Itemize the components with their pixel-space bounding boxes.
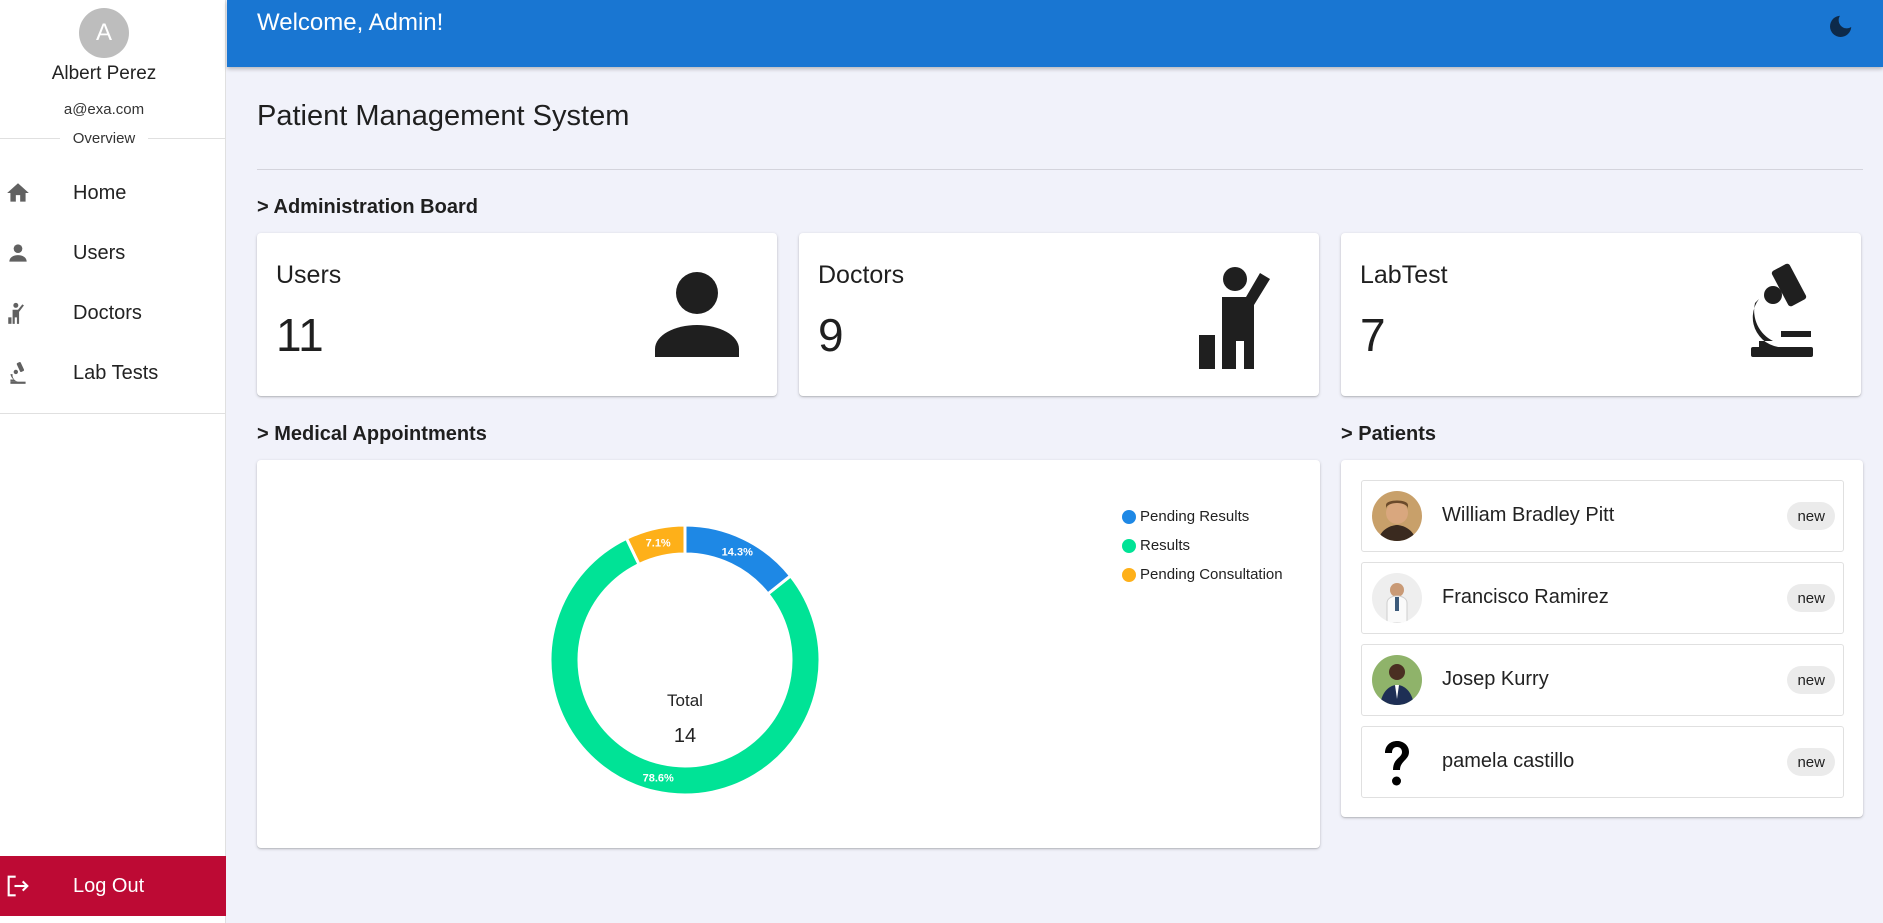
card-value: 11	[276, 309, 324, 361]
title-divider	[257, 169, 1863, 170]
page-title: Patient Management System	[257, 100, 630, 132]
card-title: Doctors	[818, 261, 905, 289]
section-label-overview: Overview	[60, 130, 148, 147]
doctors-card: Doctors 9	[799, 233, 1319, 396]
sidebar-item-label: Users	[73, 241, 126, 264]
sidebar-item-home[interactable]: Home	[0, 165, 225, 221]
top-bar: Welcome, Admin!	[227, 0, 1883, 67]
donut-data-label: 78.6%	[643, 772, 674, 784]
sidebar-item-doctors[interactable]: Doctors	[0, 285, 225, 341]
users-card: Users 11	[257, 233, 777, 396]
sidebar-item-label: Home	[73, 181, 127, 204]
microscope-icon	[4, 359, 32, 387]
card-value: 7	[1360, 309, 1386, 361]
doctor-icon	[1189, 261, 1289, 369]
appointments-heading: > Medical Appointments	[257, 423, 487, 445]
donut-data-label: 7.1%	[646, 538, 671, 550]
patient-avatar	[1372, 573, 1422, 623]
patient-name: William Bradley Pitt	[1442, 504, 1615, 526]
person-icon	[4, 239, 32, 267]
card-title: Users	[276, 261, 342, 289]
legend-marker	[1122, 538, 1136, 553]
patients-heading: > Patients	[1341, 423, 1437, 445]
patients-card: William Bradley Pitt new Francisco Ramir…	[1341, 460, 1863, 817]
donut-center-value: 14	[674, 725, 696, 747]
status-badge: new	[1787, 748, 1835, 776]
card-value: 9	[818, 309, 844, 361]
status-badge: new	[1787, 502, 1835, 530]
legend-item-pending-results[interactable]: Pending Results	[1122, 502, 1283, 531]
legend-marker	[1122, 567, 1136, 582]
doctor-icon	[4, 299, 32, 327]
status-badge: new	[1787, 666, 1835, 694]
patient-row[interactable]: Francisco Ramirez new	[1361, 562, 1844, 634]
patient-name: Francisco Ramirez	[1442, 586, 1609, 608]
patient-name: pamela castillo	[1442, 750, 1575, 772]
patient-row[interactable]: William Bradley Pitt new	[1361, 480, 1844, 552]
logout-icon	[4, 872, 32, 900]
labtest-card: LabTest 7	[1341, 233, 1861, 396]
avatar: A	[79, 8, 129, 58]
sidebar: A Albert Perez a@exa.com Overview Home U…	[0, 0, 226, 923]
patient-row[interactable]: Josep Kurry new	[1361, 644, 1844, 716]
home-icon	[4, 179, 32, 207]
legend-label: Results	[1140, 537, 1191, 554]
status-badge: new	[1787, 584, 1835, 612]
legend-item-pending-consultation[interactable]: Pending Consultation	[1122, 560, 1283, 589]
moon-icon	[1825, 15, 1855, 46]
chart-legend: Pending Results Results Pending Consulta…	[1122, 502, 1283, 589]
legend-marker	[1122, 509, 1136, 524]
sidebar-item-label: Lab Tests	[73, 361, 159, 384]
question-mark-icon	[1372, 737, 1422, 787]
donut-center-label: Total	[667, 691, 703, 710]
user-name: Albert Perez	[51, 63, 157, 84]
logout-button[interactable]: Log Out	[0, 856, 226, 916]
patient-row[interactable]: pamela castillo new	[1361, 726, 1844, 798]
user-email: a@exa.com	[63, 101, 145, 118]
admin-board-heading: > Administration Board	[257, 196, 478, 218]
card-title: LabTest	[1360, 261, 1448, 289]
appointments-chart-card: Total 14 14.3% 78.6% 7.1% Pending Results …	[257, 460, 1320, 848]
legend-label: Pending Consultation	[1140, 566, 1283, 583]
patient-name: Josep Kurry	[1442, 668, 1549, 690]
logout-label: Log Out	[73, 874, 145, 897]
sidebar-item-users[interactable]: Users	[0, 225, 225, 281]
patient-avatar	[1372, 655, 1422, 705]
legend-label: Pending Results	[1140, 508, 1250, 525]
legend-item-results[interactable]: Results	[1122, 531, 1283, 560]
patient-avatar	[1372, 491, 1422, 541]
microscope-icon	[1731, 261, 1831, 361]
welcome-text: Welcome, Admin!	[257, 9, 444, 36]
donut-slice-pending-results[interactable]	[683, 523, 793, 597]
donut-chart: Total 14 14.3% 78.6% 7.1%	[548, 523, 822, 797]
sidebar-item-lab-tests[interactable]: Lab Tests	[0, 345, 225, 401]
theme-toggle-button[interactable]	[1825, 12, 1855, 42]
sidebar-item-label: Doctors	[73, 301, 142, 324]
nav-divider	[0, 413, 226, 414]
donut-data-label: 14.3%	[722, 546, 753, 558]
person-icon	[647, 261, 747, 361]
